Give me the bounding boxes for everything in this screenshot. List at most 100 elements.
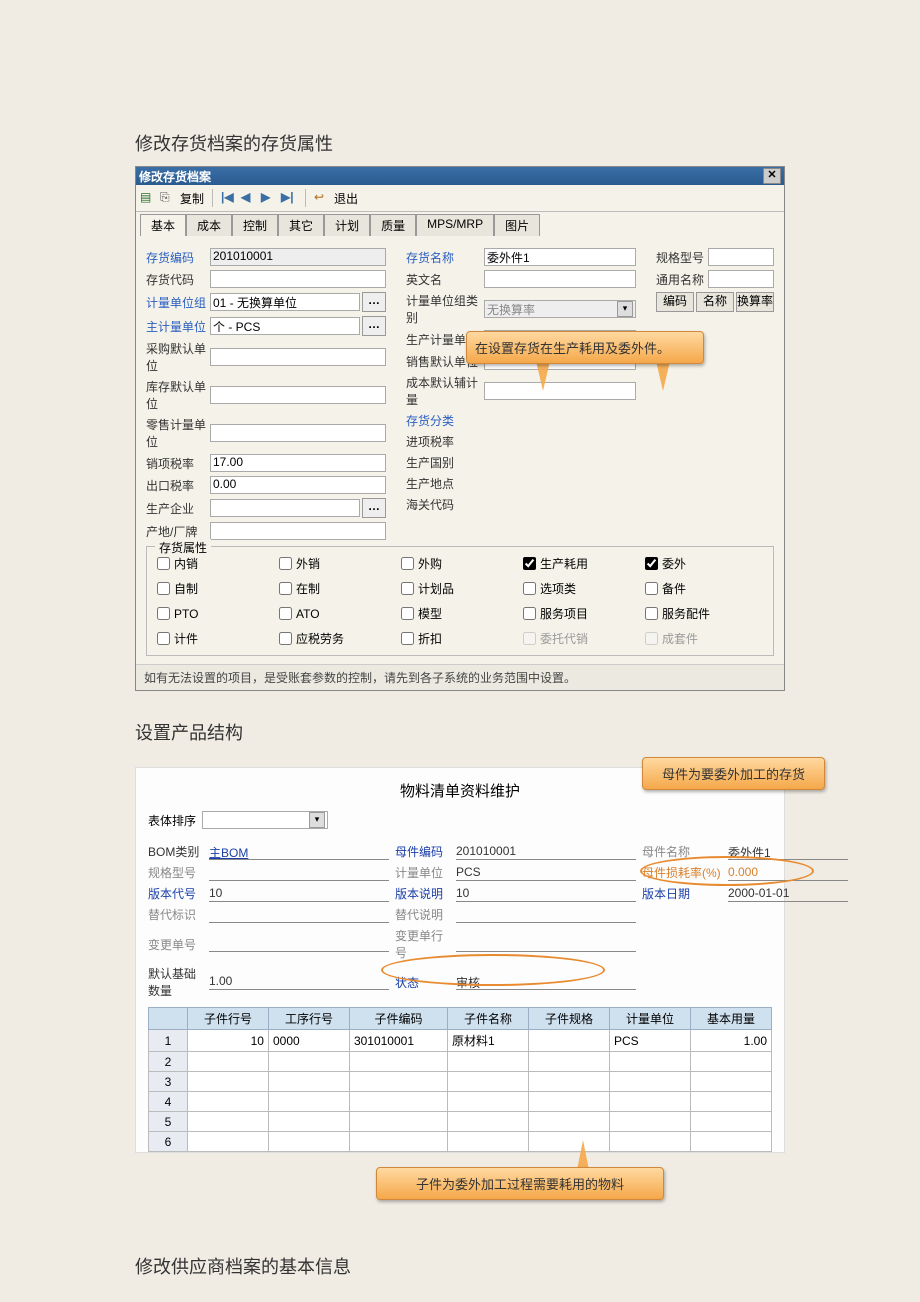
unit-group-field[interactable]: 01 - 无换算单位 [210,293,360,311]
sale-tax-label: 销项税率 [146,455,210,472]
spec-label2: 规格型号 [148,864,203,881]
col-child-line: 子件行号 [188,1008,269,1030]
cost-aux-field[interactable] [484,382,636,400]
table-row[interactable]: 5 [149,1112,772,1132]
base-qty-value: 1.00 [209,974,389,990]
cb-discount[interactable]: 折扣 [401,630,519,647]
en-name-field[interactable] [484,270,636,288]
cell-line [188,1132,269,1152]
retail-unit-label: 零售计量单位 [146,416,210,450]
cb-out-purchase[interactable]: 外购 [401,555,519,572]
loss-value: 0.000 [728,865,848,881]
unit-group-type-label: 计量单位组类别 [406,292,484,326]
next-icon[interactable]: ▶ [261,190,277,206]
cb-service-item[interactable]: 服务项目 [523,605,641,622]
cell-childname [448,1112,529,1132]
origin-label: 产地/厂牌 [146,523,210,540]
table-row[interactable]: 4 [149,1092,772,1112]
cell-spec [529,1030,610,1052]
sale-tax-field[interactable]: 17.00 [210,454,386,472]
exit-icon[interactable]: ↩ [314,190,330,206]
tab-cost[interactable]: 成本 [186,214,232,236]
rate-col-header[interactable]: 换算率 [736,292,774,312]
stock-unit-field[interactable] [210,386,386,404]
common-name-label: 通用名称 [656,271,708,288]
cb-self-made[interactable]: 自制 [157,580,275,597]
cb-service-part[interactable]: 服务配件 [645,605,763,622]
close-icon[interactable]: ✕ [763,168,781,184]
unit-group-lookup-button[interactable]: … [362,292,386,312]
producer-lookup-button[interactable]: … [362,498,386,518]
tab-plan[interactable]: 计划 [324,214,370,236]
inv-name-field[interactable]: 委外件1 [484,248,636,266]
cb-domestic-sale[interactable]: 内销 [157,555,275,572]
copy-icon[interactable]: ⎘ [160,190,176,206]
cb-in-prod[interactable]: 在制 [279,580,397,597]
origin-field[interactable] [210,522,386,540]
bom-type-value[interactable]: 主BOM [209,844,389,860]
cb-spare[interactable]: 备件 [645,580,763,597]
table-row[interactable]: 2 [149,1052,772,1072]
tab-basic[interactable]: 基本 [140,214,186,236]
sort-dropdown[interactable]: ▾ [202,811,328,829]
common-name-field[interactable] [708,270,774,288]
cb-option[interactable]: 选项类 [523,580,641,597]
cell-op [268,1072,349,1092]
inv-daima-field[interactable] [210,270,386,288]
cb-prod-consume[interactable]: 生产耗用 [523,555,641,572]
en-name-label: 英文名 [406,271,484,288]
main-unit-field[interactable]: 个 - PCS [210,317,360,335]
tab-control[interactable]: 控制 [232,214,278,236]
status-label: 状态 [395,974,450,991]
cell-line [188,1072,269,1092]
name-col-header[interactable]: 名称 [696,292,734,312]
cb-export[interactable]: 外销 [279,555,397,572]
col-op-line: 工序行号 [268,1008,349,1030]
inventory-attrs-group: 存货属性 内销 外销 外购 生产耗用 委外 自制 在制 计划品 选项类 备件 P… [146,546,774,656]
cell-op: 0000 [268,1030,349,1052]
parent-name-label: 母件名称 [642,843,722,860]
cb-count[interactable]: 计件 [157,630,275,647]
tab-mps[interactable]: MPS/MRP [416,214,494,236]
callout-3: 子件为委外加工过程需要耗用的物料 [376,1167,664,1200]
cb-plan-item[interactable]: 计划品 [401,580,519,597]
purchase-unit-field[interactable] [210,348,386,366]
cb-pto[interactable]: PTO [157,605,275,622]
last-icon[interactable]: ▶| [281,190,297,206]
col-base-qty: 基本用量 [690,1008,771,1030]
main-unit-lookup-button[interactable]: … [362,316,386,336]
tab-image[interactable]: 图片 [494,214,540,236]
table-row[interactable]: 3 [149,1072,772,1092]
retail-unit-field[interactable] [210,424,386,442]
toolbar: ▤ ⎘ 复制 |◀ ◀ ▶ ▶| ↩ 退出 [136,185,784,212]
producer-field[interactable] [210,499,360,517]
exit-button[interactable]: 退出 [334,190,358,207]
table-row[interactable]: 1100000301010001原材料1PCS1.00 [149,1030,772,1052]
export-tax-field[interactable]: 0.00 [210,476,386,494]
cb-outsource[interactable]: 委外 [645,555,763,572]
customs-code-label: 海关代码 [406,496,484,513]
cb-labor[interactable]: 应税劳务 [279,630,397,647]
prev-icon[interactable]: ◀ [241,190,257,206]
first-icon[interactable]: |◀ [221,190,237,206]
producer-label: 生产企业 [146,500,210,517]
unit-group-type-field[interactable]: 无换算率 ▾ [484,300,636,318]
row-number: 4 [149,1092,188,1112]
tab-other[interactable]: 其它 [278,214,324,236]
doc-icon[interactable]: ▤ [140,190,156,206]
in-tax-label: 进项税率 [406,433,484,450]
cb-model[interactable]: 模型 [401,605,519,622]
code-col-header[interactable]: 编码 [656,292,694,312]
change-line-label: 变更单行号 [395,927,450,961]
dialog-footer: 如有无法设置的项目，是受账套参数的控制，请先到各子系统的业务范围中设置。 [136,664,784,690]
cb-ato[interactable]: ATO [279,605,397,622]
cell-code [349,1112,447,1132]
ver-desc-value: 10 [456,886,636,902]
cell-op [268,1052,349,1072]
unit-label: 计量单位 [395,864,450,881]
tab-quality[interactable]: 质量 [370,214,416,236]
tabs: 基本 成本 控制 其它 计划 质量 MPS/MRP 图片 [136,212,784,236]
copy-button[interactable]: 复制 [180,190,204,207]
inv-code-field: 201010001 [210,248,386,266]
spec-field[interactable] [708,248,774,266]
